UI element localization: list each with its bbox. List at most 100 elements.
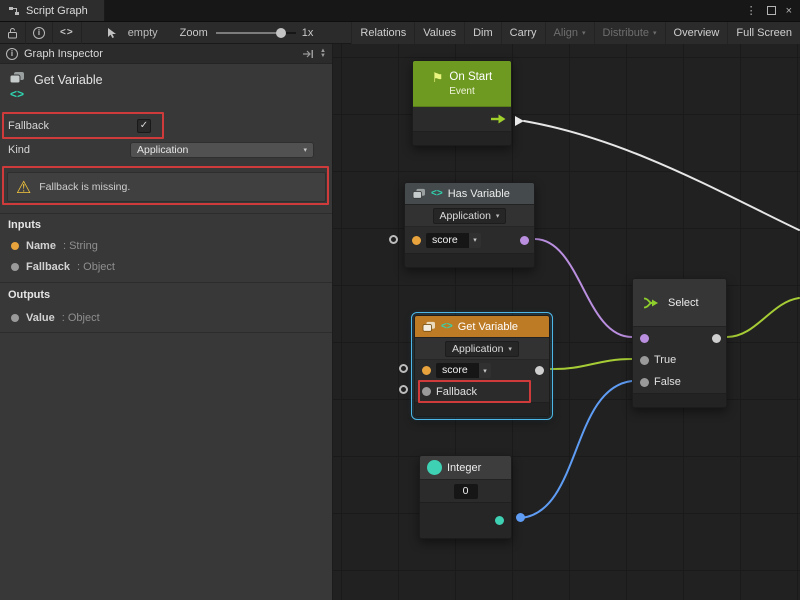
node-integer[interactable]: Integer 0 (419, 455, 512, 539)
node-has-variable[interactable]: <> Has Variable Application ▾ score ▾ (404, 182, 535, 268)
wire-layer (333, 44, 800, 600)
object-port-icon (11, 263, 19, 271)
code-icon: <> (441, 322, 453, 332)
dock-icon[interactable] (302, 49, 314, 59)
scope-dropdown[interactable]: Application ▾ (433, 208, 507, 224)
node-header[interactable]: <> Has Variable (405, 183, 534, 205)
chevron-down-icon: ▾ (508, 345, 512, 353)
selection-output-port[interactable] (712, 334, 721, 343)
toolbar-button-overview[interactable]: Overview (665, 22, 728, 44)
kind-field-label: Kind (8, 144, 30, 156)
node-title: Has Variable (448, 188, 510, 200)
graph-canvas[interactable]: ⚑ On Start Event (333, 44, 800, 600)
value-output-port[interactable] (535, 366, 544, 375)
code-preview-button[interactable]: <> (53, 22, 81, 44)
wire-select-output[interactable] (727, 298, 799, 337)
toolbar-button-align[interactable]: Align▾ (545, 22, 594, 44)
value-row: 0 (420, 480, 511, 502)
condition-port-row (633, 327, 726, 349)
close-icon[interactable]: × (786, 5, 792, 17)
variable-name-value: score (426, 233, 468, 248)
port-name: Fallback (26, 261, 70, 273)
node-header[interactable]: <> Get Variable (415, 316, 549, 338)
kind-field-row: Kind Application ▾ (8, 139, 322, 161)
bool-output-port[interactable] (520, 236, 529, 245)
true-input-port[interactable] (640, 356, 649, 365)
button-label: Dim (473, 27, 493, 39)
toolbar-button-distribute[interactable]: Distribute▾ (594, 22, 665, 44)
chevron-down-icon: ▾ (496, 212, 500, 220)
false-input-port[interactable] (640, 378, 649, 387)
code-icon: <> (10, 88, 24, 100)
input-port-row-name: Name : String (11, 239, 98, 253)
scope-value: Application (440, 210, 491, 222)
scroll-arrows[interactable]: ▲ ▼ (320, 49, 326, 59)
divider (0, 213, 332, 214)
node-subtitle: Event (421, 86, 503, 97)
scope-dropdown[interactable]: Application ▾ (445, 341, 519, 357)
wire-flow-onstart[interactable] (524, 121, 799, 230)
node-header[interactable]: ⚑ On Start Event (413, 61, 511, 107)
unit-icon-group: <> (9, 71, 25, 100)
kind-dropdown-value: Application (137, 144, 188, 156)
integer-output-connection-port[interactable] (516, 513, 525, 522)
toolbar-separator (81, 22, 82, 44)
info-icon: i (6, 48, 18, 60)
condition-input-port[interactable] (640, 334, 649, 343)
node-footer (405, 253, 534, 267)
fallback-field-row: Fallback ✓ (8, 115, 322, 137)
object-port-icon (422, 387, 431, 396)
node-select[interactable]: Select True False (632, 278, 727, 408)
button-label: Relations (360, 27, 406, 39)
selection-status-label: empty (128, 27, 158, 39)
outputs-section-header: Outputs (8, 289, 50, 301)
variables-icon (422, 321, 436, 333)
integer-output-port[interactable] (495, 516, 504, 525)
lock-icon[interactable] (0, 22, 25, 44)
tab-label: Script Graph (26, 5, 88, 17)
node-get-variable[interactable]: <> Get Variable Application ▾ score ▾ (414, 315, 550, 417)
flow-connection-arrow[interactable] (515, 116, 524, 126)
has-variable-name-input-port[interactable] (389, 235, 398, 244)
node-header[interactable]: Select (633, 279, 726, 327)
button-label: Carry (510, 27, 537, 39)
tab-script-graph[interactable]: Script Graph (0, 0, 105, 21)
variable-name-field[interactable]: score ▾ (436, 363, 491, 378)
integer-value-field[interactable]: 0 (454, 484, 478, 499)
toolbar-button-values[interactable]: Values (414, 22, 464, 44)
name-port-row: score ▾ (405, 227, 534, 253)
kind-dropdown[interactable]: Application ▾ (130, 142, 314, 158)
toolbar-button-carry[interactable]: Carry (501, 22, 545, 44)
toolbar-button-relations[interactable]: Relations (351, 22, 414, 44)
zoom-slider-handle[interactable] (276, 28, 286, 38)
warning-message: Fallback is missing. (39, 181, 130, 193)
inspect-toggle-button[interactable]: i (26, 22, 52, 44)
toolbar-button-fullscreen[interactable]: Full Screen (727, 22, 800, 44)
port-name: Value (26, 312, 55, 324)
get-variable-name-input-port[interactable] (399, 364, 408, 373)
main-area: i Graph Inspector ▲ ▼ (0, 44, 800, 600)
window-menu-icon[interactable]: ⋮ (746, 4, 757, 17)
node-footer (413, 131, 511, 145)
node-header[interactable]: Integer (420, 456, 511, 480)
output-port-row-value: Value : Object (11, 311, 100, 325)
fallback-checkbox[interactable]: ✓ (137, 119, 151, 133)
maximize-icon[interactable] (767, 6, 776, 15)
variable-name-field[interactable]: score ▾ (426, 233, 481, 248)
object-port-icon (11, 314, 19, 322)
true-port-label: True (654, 354, 676, 366)
inspector-title: Graph Inspector (24, 48, 103, 60)
graph-inspector-panel: i Graph Inspector ▲ ▼ (0, 44, 333, 600)
node-footer (415, 402, 549, 416)
zoom-slider[interactable] (216, 27, 296, 39)
get-variable-fallback-input-port[interactable] (399, 385, 408, 394)
toolbar-button-dim[interactable]: Dim (464, 22, 501, 44)
wire-getvariable-to-select-true[interactable] (550, 359, 632, 369)
node-on-start[interactable]: ⚑ On Start Event (412, 60, 512, 146)
chevron-down-icon: ▾ (303, 146, 307, 154)
node-footer (420, 502, 511, 538)
false-port-label: False (654, 376, 681, 388)
flow-output-port[interactable] (491, 114, 506, 127)
divider (0, 332, 332, 333)
scroll-down-icon[interactable]: ▼ (320, 54, 326, 59)
